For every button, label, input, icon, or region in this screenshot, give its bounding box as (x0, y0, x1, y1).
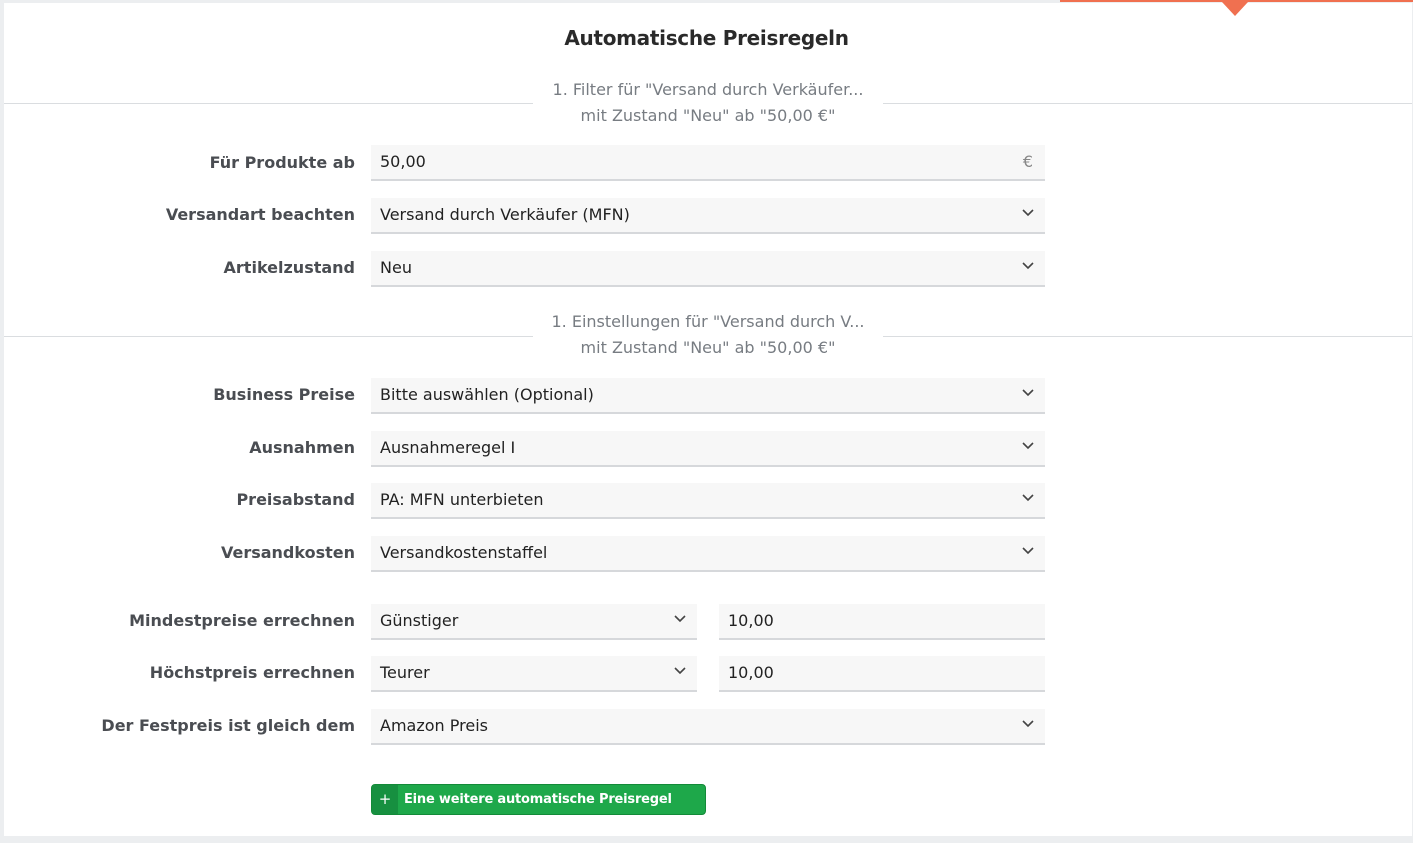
active-tab-caret (1222, 2, 1248, 16)
settings-heading-line2: mit Zustand "Neu" ab "50,00 €" (580, 338, 836, 357)
chevron-down-icon (1022, 720, 1034, 729)
business-prices-value: Bitte auswählen (Optional) (380, 385, 594, 404)
chevron-down-icon (1022, 442, 1034, 451)
fixed-price-label: Der Festpreis ist gleich dem (101, 716, 355, 735)
min-price-amount-value: 10,00 (728, 611, 774, 630)
condition-label: Artikelzustand (223, 258, 355, 277)
max-price-mode-value: Teurer (380, 663, 430, 682)
exceptions-label: Ausnahmen (249, 438, 355, 457)
max-price-amount-input[interactable]: 10,00 (719, 656, 1045, 692)
settings-heading-line1: 1. Einstellungen für "Versand durch V... (551, 312, 865, 331)
exceptions-value: Ausnahmeregel I (380, 438, 516, 457)
products-from-input[interactable]: 50,00 € (371, 145, 1045, 181)
chevron-down-icon (1022, 262, 1034, 271)
condition-select[interactable]: Neu (371, 251, 1045, 287)
euro-unit: € (1022, 152, 1033, 171)
filter-heading-line2: mit Zustand "Neu" ab "50,00 €" (580, 106, 836, 125)
min-price-mode-value: Günstiger (380, 611, 459, 630)
min-price-mode-select[interactable]: Günstiger (371, 604, 697, 640)
max-price-amount-value: 10,00 (728, 663, 774, 682)
shipping-costs-label: Versandkosten (220, 543, 355, 562)
add-price-rule-label: Eine weitere automatische Preisregel hin… (404, 792, 672, 836)
min-price-label: Mindestpreise errechnen (129, 611, 355, 630)
fixed-price-value: Amazon Preis (380, 716, 488, 735)
products-from-label: Für Produkte ab (209, 153, 355, 172)
chevron-down-icon (674, 667, 686, 676)
max-price-mode-select[interactable]: Teurer (371, 656, 697, 692)
filter-section-heading: 1. Filter für "Versand durch Verkäufer..… (533, 77, 883, 129)
chevron-down-icon (1022, 389, 1034, 398)
shipping-costs-value: Versandkostenstaffel (380, 543, 548, 562)
page-title: Automatische Preisregeln (564, 26, 849, 50)
chevron-down-icon (1022, 494, 1034, 503)
shipping-type-label: Versandart beachten (165, 205, 355, 224)
exceptions-select[interactable]: Ausnahmeregel I (371, 431, 1045, 467)
settings-section-heading: 1. Einstellungen für "Versand durch V...… (533, 309, 883, 361)
chevron-down-icon (674, 615, 686, 624)
shipping-costs-select[interactable]: Versandkostenstaffel (371, 536, 1045, 572)
fixed-price-select[interactable]: Amazon Preis (371, 709, 1045, 745)
max-price-label: Höchstpreis errechnen (149, 663, 355, 682)
chevron-down-icon (1022, 209, 1034, 218)
shipping-type-select[interactable]: Versand durch Verkäufer (MFN) (371, 198, 1045, 234)
add-price-rule-button[interactable]: + Eine weitere automatische Preisregel h… (371, 784, 706, 836)
price-gap-label: Preisabstand (236, 490, 355, 509)
business-prices-select[interactable]: Bitte auswählen (Optional) (371, 378, 1045, 414)
price-gap-value: PA: MFN unterbieten (380, 490, 544, 509)
plus-icon: + (372, 785, 398, 814)
condition-value: Neu (380, 258, 412, 277)
chevron-down-icon (1022, 547, 1034, 556)
shipping-type-value: Versand durch Verkäufer (MFN) (380, 205, 630, 224)
filter-heading-line1: 1. Filter für "Versand durch Verkäufer..… (552, 80, 864, 99)
products-from-value: 50,00 (380, 152, 426, 171)
business-prices-label: Business Preise (213, 385, 355, 404)
price-gap-select[interactable]: PA: MFN unterbieten (371, 483, 1045, 519)
min-price-amount-input[interactable]: 10,00 (719, 604, 1045, 640)
